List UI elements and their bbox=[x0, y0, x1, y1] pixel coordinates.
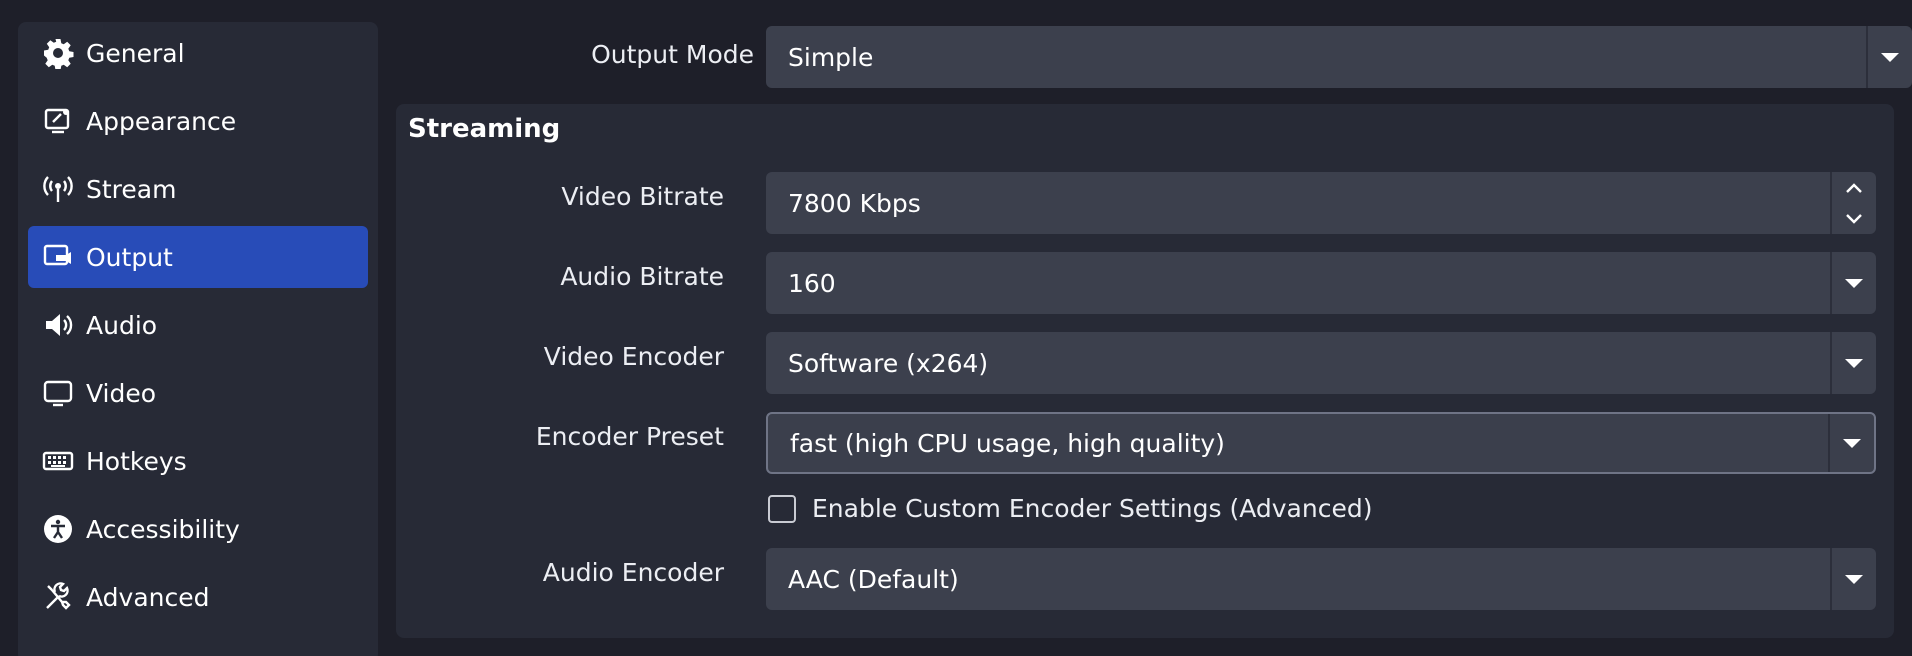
settings-sidebar: General Appearance Stream Output Audio V… bbox=[18, 22, 378, 656]
sidebar-item-label: Audio bbox=[86, 310, 158, 340]
encoder-preset-dropdown-button[interactable] bbox=[1828, 414, 1874, 472]
encoder-preset-value: fast (high CPU usage, high quality) bbox=[790, 428, 1225, 458]
output-mode-dropdown-button[interactable] bbox=[1866, 26, 1912, 88]
video-bitrate-label: Video Bitrate bbox=[561, 182, 724, 211]
appearance-icon bbox=[40, 103, 76, 139]
monitor-icon bbox=[40, 375, 76, 411]
sidebar-item-label: Video bbox=[86, 378, 157, 408]
sidebar-item-advanced[interactable]: Advanced bbox=[28, 566, 368, 628]
sidebar-item-label: Accessibility bbox=[86, 514, 240, 544]
chevron-up-icon bbox=[1846, 182, 1862, 193]
audio-encoder-label: Audio Encoder bbox=[542, 558, 724, 587]
video-encoder-dropdown-button[interactable] bbox=[1830, 332, 1876, 394]
sidebar-item-label: General bbox=[86, 38, 185, 68]
streaming-group: Streaming Video Bitrate 7800 Kbps Audio … bbox=[396, 104, 1894, 638]
encoder-preset-label: Encoder Preset bbox=[535, 422, 724, 451]
sidebar-item-hotkeys[interactable]: Hotkeys bbox=[28, 430, 368, 492]
chevron-down-icon bbox=[1845, 574, 1863, 584]
custom-encoder-settings-checkbox-row[interactable]: Enable Custom Encoder Settings (Advanced… bbox=[768, 494, 1372, 523]
sidebar-item-label: Appearance bbox=[86, 106, 237, 136]
antenna-icon bbox=[40, 171, 76, 207]
sidebar-item-output[interactable]: Output bbox=[28, 226, 368, 288]
audio-bitrate-value: 160 bbox=[788, 268, 836, 298]
chevron-down-icon bbox=[1843, 438, 1861, 448]
audio-encoder-select[interactable]: AAC (Default) bbox=[766, 548, 1876, 610]
video-bitrate-value: 7800 Kbps bbox=[788, 188, 921, 218]
video-encoder-select[interactable]: Software (x264) bbox=[766, 332, 1876, 394]
sidebar-item-accessibility[interactable]: Accessibility bbox=[28, 498, 368, 560]
custom-encoder-settings-label: Enable Custom Encoder Settings (Advanced… bbox=[812, 494, 1373, 523]
output-mode-value: Simple bbox=[788, 42, 874, 72]
audio-bitrate-select[interactable]: 160 bbox=[766, 252, 1876, 314]
sidebar-item-label: Output bbox=[86, 242, 173, 272]
output-settings-panel: Output Mode Simple Streaming Video Bitra… bbox=[396, 0, 1912, 656]
video-encoder-label: Video Encoder bbox=[543, 342, 724, 371]
tools-icon bbox=[40, 579, 76, 615]
video-encoder-value: Software (x264) bbox=[788, 348, 989, 378]
streaming-group-title: Streaming bbox=[408, 114, 561, 144]
settings-window: General Appearance Stream Output Audio V… bbox=[0, 0, 1912, 656]
audio-encoder-dropdown-button[interactable] bbox=[1830, 548, 1876, 610]
chevron-down-icon bbox=[1845, 358, 1863, 368]
keyboard-icon bbox=[40, 443, 76, 479]
video-bitrate-stepper bbox=[1830, 172, 1876, 234]
decrement-button[interactable] bbox=[1832, 203, 1876, 234]
sidebar-item-label: Advanced bbox=[86, 582, 210, 612]
accessibility-icon bbox=[40, 511, 76, 547]
speaker-icon bbox=[40, 307, 76, 343]
output-mode-select[interactable]: Simple bbox=[766, 26, 1912, 88]
increment-button[interactable] bbox=[1832, 172, 1876, 203]
encoder-preset-select[interactable]: fast (high CPU usage, high quality) bbox=[766, 412, 1876, 474]
custom-encoder-settings-checkbox[interactable] bbox=[768, 494, 796, 523]
sidebar-item-appearance[interactable]: Appearance bbox=[28, 90, 368, 152]
sidebar-item-audio[interactable]: Audio bbox=[28, 294, 368, 356]
chevron-down-icon bbox=[1881, 52, 1899, 62]
gear-icon bbox=[40, 35, 76, 71]
sidebar-item-label: Hotkeys bbox=[86, 446, 187, 476]
audio-bitrate-label: Audio Bitrate bbox=[560, 262, 724, 291]
sidebar-item-general[interactable]: General bbox=[28, 22, 368, 84]
chevron-down-icon bbox=[1845, 278, 1863, 288]
video-bitrate-spinbox[interactable]: 7800 Kbps bbox=[766, 172, 1876, 234]
sidebar-item-video[interactable]: Video bbox=[28, 362, 368, 424]
audio-bitrate-dropdown-button[interactable] bbox=[1830, 252, 1876, 314]
chevron-down-icon bbox=[1846, 213, 1862, 224]
output-icon bbox=[40, 239, 76, 275]
output-mode-label: Output Mode bbox=[591, 40, 754, 69]
sidebar-item-stream[interactable]: Stream bbox=[28, 158, 368, 220]
sidebar-item-label: Stream bbox=[86, 174, 177, 204]
audio-encoder-value: AAC (Default) bbox=[788, 564, 959, 594]
